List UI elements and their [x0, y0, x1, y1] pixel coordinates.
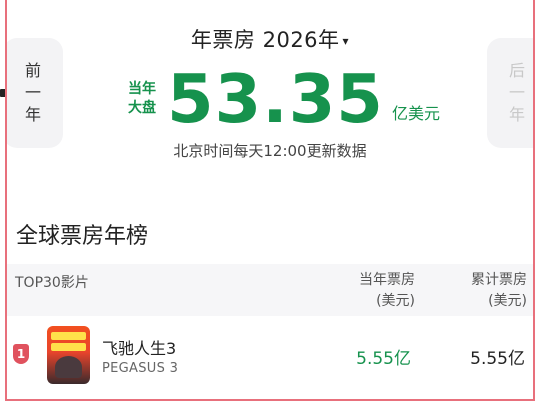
prev-year-char: 前: [24, 61, 41, 80]
table-header: TOP30影片 当年票房 (美元) 累计票房 (美元): [7, 264, 533, 316]
total-box-value: 5.55亿: [470, 349, 525, 369]
column-header-year-line1: 当年票房: [359, 272, 415, 288]
movie-title: 飞驰人生3: [102, 339, 177, 358]
update-note: 北京时间每天12:00更新数据: [173, 142, 367, 160]
prev-year-char: 一: [24, 83, 41, 102]
board-value: 53.35: [167, 60, 384, 138]
column-header-total-line1: 累计票房: [471, 272, 527, 288]
next-year-char: 一: [508, 83, 525, 102]
column-header-year-line2: (美元): [376, 293, 415, 309]
board-unit: 亿美元: [391, 104, 440, 123]
prev-year-char: 年: [24, 105, 41, 124]
movie-poster: [47, 326, 90, 384]
year-selector[interactable]: 年票房 2026年 ▾: [7, 24, 533, 54]
board-label-line1: 当年: [128, 81, 156, 97]
board-label: 当年 大盘: [125, 80, 159, 118]
column-header-film: TOP30影片: [15, 275, 89, 291]
column-header-year-box[interactable]: 当年票房 (美元): [359, 270, 415, 312]
total-box-office: 当年 大盘 53.35 亿美元: [125, 64, 440, 134]
rank-badge: 1: [13, 344, 29, 364]
column-header-total-box[interactable]: 累计票房 (美元): [471, 270, 527, 312]
next-year-char: 年: [508, 105, 525, 124]
box-office-panel: 前 一 年 后 一 年 年票房 2026年 ▾ 当年 大盘 53.35 亿美元 北…: [5, 0, 535, 401]
table-row[interactable]: 1 飞驰人生3 PEGASUS 3 5.55亿 5.55亿: [7, 320, 533, 390]
poster-figure: [55, 356, 82, 378]
movie-english-title: PEGASUS 3: [102, 361, 179, 376]
prev-year-button[interactable]: 前 一 年: [7, 38, 63, 148]
year-box-value: 5.55亿: [356, 349, 411, 369]
column-header-total-line2: (美元): [488, 293, 527, 309]
poster-band: [51, 332, 86, 340]
poster-band: [51, 343, 86, 351]
section-title: 全球票房年榜: [16, 224, 149, 249]
next-year-char: 后: [508, 61, 525, 80]
board-label-line2: 大盘: [128, 100, 156, 116]
next-year-button[interactable]: 后 一 年: [487, 38, 533, 148]
chevron-down-icon: ▾: [342, 34, 350, 48]
year-title-text: 年票房 2026年: [190, 28, 340, 52]
